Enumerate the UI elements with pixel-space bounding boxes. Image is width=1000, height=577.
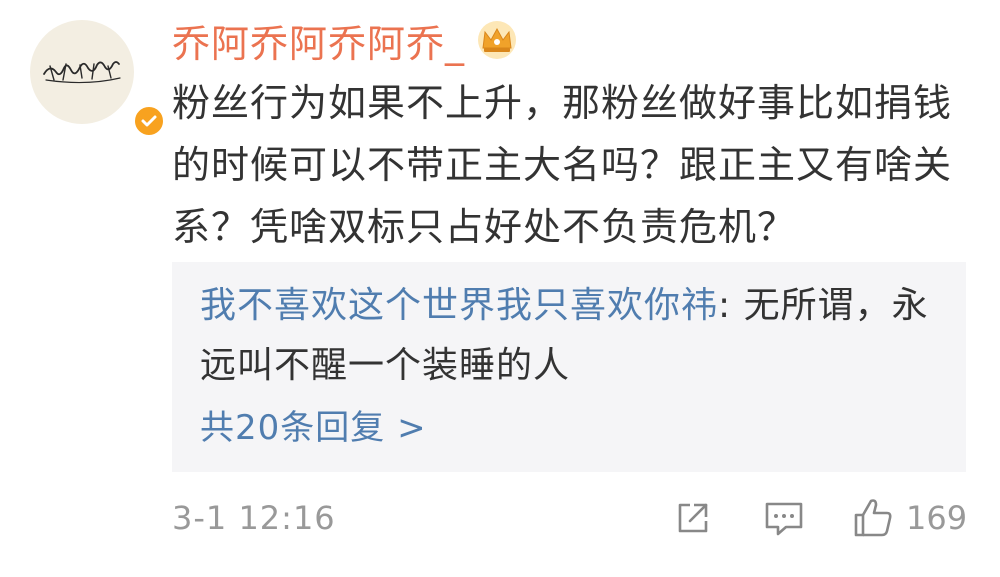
- reply-username-link[interactable]: 我不喜欢这个世界我只喜欢你祎: [200, 285, 718, 326]
- share-icon: [678, 503, 708, 533]
- view-all-replies-link[interactable]: 共20条回复 >: [200, 402, 427, 454]
- share-button[interactable]: [672, 494, 714, 542]
- comment-text: 粉丝行为如果不上升，那粉丝做好事比如捐钱的时候可以不带正主大名吗？跟正主又有啥关…: [172, 81, 953, 249]
- reply-separator: :: [718, 285, 744, 326]
- reply-item: 我不喜欢这个世界我只喜欢你祎: 无所谓，永远叫不醒一个装睡的人: [200, 276, 940, 396]
- like-button[interactable]: 169: [850, 494, 967, 542]
- username-link[interactable]: 乔阿乔阿乔阿乔_: [172, 13, 465, 68]
- avatar[interactable]: [30, 20, 166, 138]
- like-count: 169: [906, 499, 968, 537]
- avatar-signature-image: [43, 61, 121, 84]
- username-row: 乔阿乔阿乔阿乔_: [172, 14, 519, 66]
- comment-button[interactable]: [762, 494, 806, 542]
- verified-icon: [132, 104, 166, 138]
- comment-icon: [765, 502, 803, 536]
- crown-icon: [478, 21, 517, 59]
- comment-card: 乔阿乔阿乔阿乔_ 粉丝行为如果不上升，那粉丝做好事比如捐钱的时候可以不带正主大名…: [0, 0, 1000, 577]
- timestamp: 3-1 12:16: [172, 499, 336, 537]
- reply-preview[interactable]: 我不喜欢这个世界我只喜欢你祎: 无所谓，永远叫不醒一个装睡的人 共20条回复 >: [172, 262, 966, 472]
- like-icon: [854, 499, 892, 537]
